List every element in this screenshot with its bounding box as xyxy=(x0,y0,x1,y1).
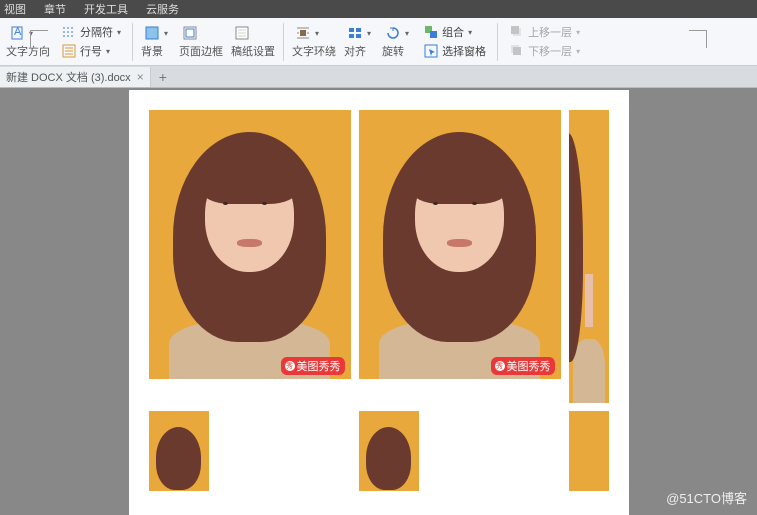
manuscript-button[interactable] xyxy=(231,24,275,42)
page-border-label: 页面边框 xyxy=(179,43,223,59)
svg-text:A: A xyxy=(14,26,22,38)
background-icon xyxy=(144,25,160,41)
menu-chapter[interactable]: 章节 xyxy=(44,1,66,17)
inserted-image[interactable] xyxy=(149,411,209,491)
bring-forward-button[interactable]: 上移一层▾ xyxy=(506,23,583,41)
menu-devtools[interactable]: 开发工具 xyxy=(84,1,128,17)
bring-forward-icon xyxy=(509,24,525,40)
align-label: 对齐 xyxy=(344,43,374,59)
text-wrap-icon xyxy=(295,25,311,41)
separator xyxy=(132,23,133,61)
group-button[interactable]: 组合▾ xyxy=(420,23,489,41)
image-watermark: 美图秀秀 xyxy=(491,357,555,375)
rotate-label: 旋转 xyxy=(382,43,412,59)
page-border-icon xyxy=(182,25,198,41)
inserted-image[interactable] xyxy=(359,411,419,491)
align-icon xyxy=(347,25,363,41)
document-page[interactable]: 美图秀秀 美图秀秀 xyxy=(129,90,629,515)
align-button[interactable]: ▾ xyxy=(344,24,374,42)
send-backward-button[interactable]: 下移一层▾ xyxy=(506,42,583,60)
tab-label: 新建 DOCX 文档 (3).docx xyxy=(6,69,131,85)
separator xyxy=(283,23,284,61)
manuscript-icon xyxy=(234,25,250,41)
inserted-image[interactable] xyxy=(569,411,609,491)
manuscript-label: 稿纸设置 xyxy=(231,43,275,59)
separator xyxy=(497,23,498,61)
background-button[interactable]: ▾ xyxy=(141,24,171,42)
text-wrap-button[interactable]: ▾ xyxy=(292,24,336,42)
text-wrap-label: 文字环绕 xyxy=(292,43,336,59)
page-source-watermark: @51CTO博客 xyxy=(666,488,747,507)
ribbon-toolbar: A ▾ 文字方向 分隔符▾ 行号▾ ▾ 背景 页面边框 稿纸设置 xyxy=(0,18,757,66)
selection-pane-button[interactable]: 选择窗格 xyxy=(420,42,489,60)
line-number-button[interactable]: 行号▾ xyxy=(58,42,124,60)
menu-cloud[interactable]: 云服务 xyxy=(146,1,179,17)
separator-button[interactable]: 分隔符▾ xyxy=(58,23,124,41)
inserted-image[interactable] xyxy=(569,110,609,403)
document-tab-bar: 新建 DOCX 文档 (3).docx × + xyxy=(0,66,757,88)
close-tab-icon[interactable]: × xyxy=(137,70,144,84)
menu-view[interactable]: 视图 xyxy=(4,1,26,17)
rotate-icon xyxy=(385,25,401,41)
send-backward-icon xyxy=(509,43,525,59)
document-workspace: 美图秀秀 美图秀秀 xyxy=(0,88,757,515)
document-tab[interactable]: 新建 DOCX 文档 (3).docx × xyxy=(0,67,151,87)
rotate-button[interactable]: ▾ xyxy=(382,24,412,42)
page-border-button[interactable] xyxy=(179,24,223,42)
separator-icon xyxy=(61,24,77,40)
text-direction-icon: A xyxy=(9,25,25,41)
group-icon xyxy=(423,24,439,40)
menu-bar: 视图 章节 开发工具 云服务 xyxy=(0,0,757,18)
inserted-image[interactable]: 美图秀秀 xyxy=(359,110,561,379)
new-tab-button[interactable]: + xyxy=(151,69,175,85)
inserted-image[interactable]: 美图秀秀 xyxy=(149,110,351,379)
image-watermark: 美图秀秀 xyxy=(281,357,345,375)
selection-pane-icon xyxy=(423,43,439,59)
background-label: 背景 xyxy=(141,43,171,59)
line-number-icon xyxy=(61,43,77,59)
